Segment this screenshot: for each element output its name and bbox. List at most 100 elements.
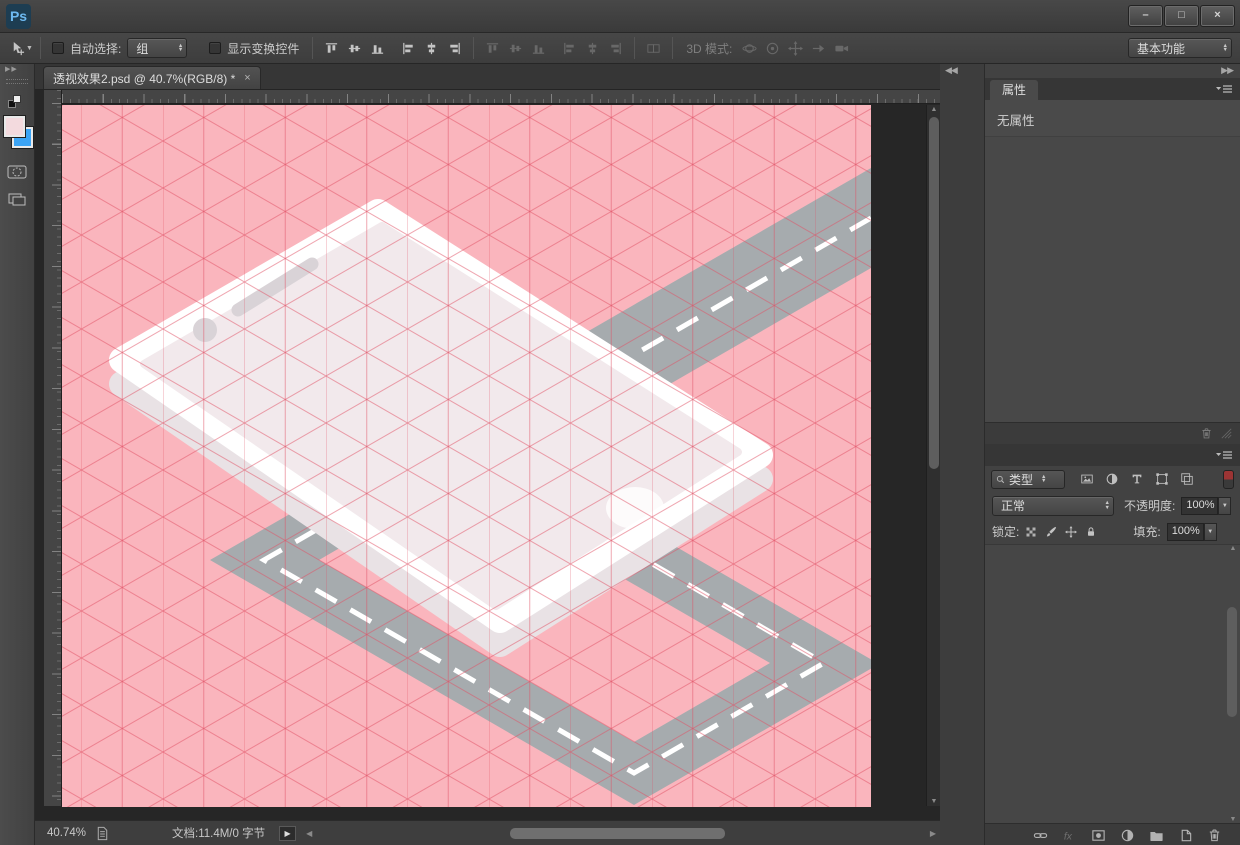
filter-pixel-layers-icon[interactable] [1077, 470, 1097, 489]
status-menu-button[interactable]: ▶ [279, 826, 296, 841]
stepper-icon: ▲▼ [1223, 44, 1228, 53]
layers-scrollbar[interactable]: ▲ ▼ [1226, 545, 1239, 823]
document-tab-bar: 透视效果2.psd @ 40.7%(RGB/8) * × [35, 64, 940, 90]
opacity-dropdown-icon[interactable]: ▼ [1218, 497, 1231, 515]
default-colors-icon[interactable] [7, 94, 27, 110]
lock-label: 锁定: [992, 523, 1019, 540]
stepper-icon: ▲▼ [1041, 475, 1046, 484]
current-tool-icon[interactable]: ▼ [10, 37, 33, 59]
3d-slide-icon[interactable] [807, 37, 830, 59]
document-close-icon[interactable]: × [244, 72, 250, 84]
scroll-left-icon[interactable]: ◀ [306, 829, 312, 838]
3d-roll-icon[interactable] [761, 37, 784, 59]
search-icon [995, 474, 1006, 485]
toolbar-grip[interactable] [6, 79, 28, 84]
align-left-edges-button[interactable] [397, 37, 420, 59]
stepper-icon: ▲▼ [178, 44, 183, 53]
lock-all-icon[interactable] [1082, 524, 1099, 540]
align-vertical-centers-button[interactable] [343, 37, 366, 59]
panel-menu-icon[interactable] [1215, 83, 1235, 96]
distribute-top-edges-button[interactable] [481, 37, 504, 59]
align-right-edges-button[interactable] [443, 37, 466, 59]
delete-layer-button[interactable] [1206, 827, 1224, 844]
fill-label: 填充: [1133, 523, 1160, 540]
horizontal-ruler[interactable] [47, 90, 940, 104]
distribute-vertical-centers-button[interactable] [504, 37, 527, 59]
layer-filter-toggle[interactable] [1223, 470, 1234, 489]
dock-collapse-icon[interactable]: ◀◀ [940, 64, 984, 78]
align-top-edges-button[interactable] [320, 37, 343, 59]
vertical-ruler[interactable] [44, 90, 62, 806]
toolbar-collapse-icon[interactable]: ▶▶ [0, 64, 34, 77]
filter-adjustment-layers-icon[interactable] [1102, 470, 1122, 489]
screen-mode-button[interactable] [4, 190, 30, 208]
3d-pan-icon[interactable] [784, 37, 807, 59]
add-layer-mask-button[interactable] [1090, 827, 1108, 844]
vertical-scrollbar[interactable]: ▲ ▼ [926, 105, 940, 806]
show-transform-controls-label: 显示变换控件 [227, 40, 299, 57]
layers-panel-menu-icon[interactable] [1215, 449, 1235, 462]
resize-grip-icon[interactable] [1221, 428, 1232, 439]
properties-footer [985, 422, 1240, 444]
distribute-left-edges-button[interactable] [558, 37, 581, 59]
scroll-right-icon[interactable]: ▶ [930, 829, 936, 838]
lock-transparent-pixels-icon[interactable] [1022, 524, 1039, 540]
layers-scroll-down-icon[interactable]: ▼ [1226, 816, 1240, 823]
photoshop-window: Ps – □ × ▼ 自动选择: 组▲▼ 显示变换控件 [0, 0, 1240, 845]
3d-camera-icon[interactable] [830, 37, 853, 59]
link-layers-button[interactable] [1032, 827, 1050, 844]
auto-select-checkbox[interactable] [52, 42, 64, 54]
zoom-level-field[interactable]: 40.74% [43, 825, 91, 841]
title-bar: Ps – □ × [0, 0, 1240, 33]
filter-type-layers-icon[interactable] [1127, 470, 1147, 489]
new-layer-button[interactable] [1177, 827, 1195, 844]
scroll-down-icon[interactable]: ▼ [927, 798, 940, 805]
tab-properties[interactable]: 属性 [990, 80, 1038, 100]
3d-orbit-icon[interactable] [738, 37, 761, 59]
document-tab[interactable]: 透视效果2.psd @ 40.7%(RGB/8) * × [43, 66, 261, 89]
lock-image-pixels-icon[interactable] [1042, 524, 1059, 540]
close-button[interactable]: × [1201, 6, 1234, 26]
align-bottom-edges-button[interactable] [366, 37, 389, 59]
distribute-bottom-edges-button[interactable] [527, 37, 550, 59]
maximize-button[interactable]: □ [1165, 6, 1198, 26]
lock-position-icon[interactable] [1062, 524, 1079, 540]
workspace-select[interactable]: 基本功能▲▼ [1128, 38, 1232, 58]
new-group-button[interactable] [1148, 827, 1166, 844]
auto-align-layers-button[interactable] [642, 37, 665, 59]
show-transform-controls-checkbox[interactable] [209, 42, 221, 54]
3d-mode-label: 3D 模式: [686, 40, 732, 57]
auto-select-target-select[interactable]: 组▲▼ [127, 38, 187, 58]
delete-icon[interactable] [1200, 427, 1213, 440]
iso-grid-overlay [62, 105, 871, 807]
distribute-right-edges-button[interactable] [604, 37, 627, 59]
layers-scroll-thumb[interactable] [1227, 607, 1237, 717]
layer-filter-type-select[interactable]: 类型 ▲▼ [991, 470, 1065, 489]
layers-scroll-up-icon[interactable]: ▲ [1226, 545, 1240, 552]
new-adjustment-layer-button[interactable] [1119, 827, 1137, 844]
layers-footer [985, 823, 1240, 845]
minimize-button[interactable]: – [1129, 6, 1162, 26]
vertical-scroll-thumb[interactable] [929, 117, 939, 469]
foreground-color-swatch[interactable] [4, 116, 25, 137]
layer-style-button[interactable] [1061, 827, 1079, 844]
panel-expand-icon[interactable]: ▶▶ [985, 64, 1240, 78]
horizontal-scroll-thumb[interactable] [510, 828, 725, 839]
distribute-horizontal-centers-button[interactable] [581, 37, 604, 59]
stepper-icon: ▲▼ [1105, 501, 1110, 510]
opacity-value[interactable]: 100% [1181, 497, 1218, 515]
document-info: 文档:11.4M/0 字节 [172, 825, 265, 841]
fill-dropdown-icon[interactable]: ▼ [1204, 523, 1217, 541]
align-horizontal-centers-button[interactable] [420, 37, 443, 59]
quick-mask-button[interactable] [4, 163, 30, 181]
canvas[interactable] [62, 105, 871, 807]
scroll-up-icon[interactable]: ▲ [927, 106, 940, 113]
properties-empty-text: 无属性 [985, 100, 1240, 137]
layer-list: ▲ ▼ [985, 545, 1240, 823]
filter-shape-layers-icon[interactable] [1152, 470, 1172, 489]
tool-bar: ▶▶ [0, 64, 35, 845]
tool-preset-arrow-icon: ▼ [26, 45, 33, 52]
filter-smart-objects-icon[interactable] [1177, 470, 1197, 489]
fill-value[interactable]: 100% [1167, 523, 1204, 541]
blend-mode-select[interactable]: 正常▲▼ [992, 496, 1114, 516]
